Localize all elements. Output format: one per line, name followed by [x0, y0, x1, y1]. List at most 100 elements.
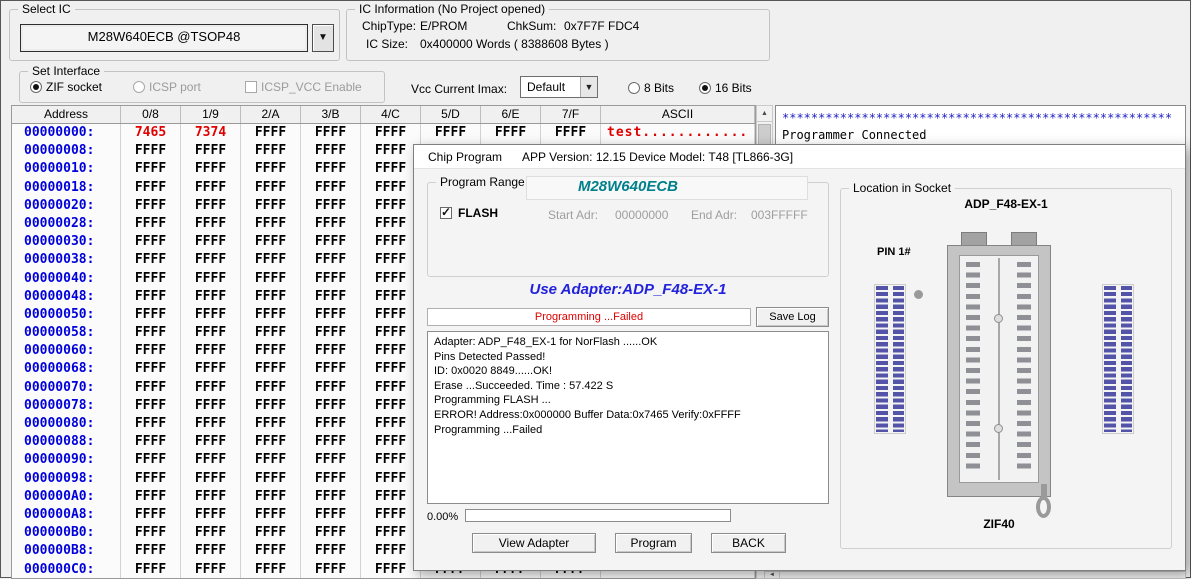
hex-cell[interactable]: FFFF	[241, 324, 301, 342]
hex-cell[interactable]: FFFF	[241, 270, 301, 288]
hex-cell[interactable]: FFFF	[241, 433, 301, 451]
hex-cell[interactable]: FFFF	[181, 433, 241, 451]
hex-ascii[interactable]: test............	[601, 124, 755, 142]
hex-cell[interactable]: FFFF	[301, 433, 361, 451]
hex-cell[interactable]: FFFF	[301, 179, 361, 197]
chevron-down-icon[interactable]: ▼	[580, 77, 597, 97]
hex-cell[interactable]: FFFF	[241, 506, 301, 524]
hex-cell[interactable]: FFFF	[121, 306, 181, 324]
hex-cell[interactable]: FFFF	[181, 524, 241, 542]
hex-cell[interactable]: FFFF	[301, 470, 361, 488]
hex-cell[interactable]: FFFF	[241, 179, 301, 197]
hex-cell[interactable]: FFFF	[121, 379, 181, 397]
hex-cell[interactable]: FFFF	[241, 197, 301, 215]
icsp-port-radio[interactable]	[133, 81, 145, 93]
hex-cell[interactable]: FFFF	[241, 542, 301, 560]
hex-cell[interactable]: FFFF	[241, 233, 301, 251]
hex-cell[interactable]: FFFF	[241, 360, 301, 378]
hex-cell[interactable]: FFFF	[121, 288, 181, 306]
hex-cell[interactable]: FFFF	[121, 342, 181, 360]
save-log-button[interactable]: Save Log	[756, 307, 829, 327]
hex-cell[interactable]: FFFF	[121, 488, 181, 506]
hex-cell[interactable]: FFFF	[181, 342, 241, 360]
hex-cell[interactable]: FFFF	[241, 451, 301, 469]
hex-cell[interactable]: FFFF	[121, 233, 181, 251]
hex-cell[interactable]: 7465	[121, 124, 181, 142]
hex-cell[interactable]: FFFF	[181, 360, 241, 378]
hex-cell[interactable]: FFFF	[301, 215, 361, 233]
hex-cell[interactable]: FFFF	[181, 215, 241, 233]
hex-cell[interactable]: FFFF	[241, 160, 301, 178]
hex-cell[interactable]: FFFF	[241, 488, 301, 506]
hex-cell[interactable]: FFFF	[241, 379, 301, 397]
icsp-vcc-checkbox[interactable]	[245, 81, 257, 93]
hex-cell[interactable]: FFFF	[121, 324, 181, 342]
hex-cell[interactable]: 7374	[181, 124, 241, 142]
hex-cell[interactable]: FFFF	[121, 142, 181, 160]
hex-cell[interactable]: FFFF	[241, 215, 301, 233]
hex-cell[interactable]: FFFF	[181, 397, 241, 415]
hex-cell[interactable]: FFFF	[361, 251, 421, 269]
scroll-up-icon[interactable]: ▲	[757, 106, 772, 122]
hex-cell[interactable]: FFFF	[301, 415, 361, 433]
hex-cell[interactable]: FFFF	[361, 561, 421, 579]
hex-cell[interactable]: FFFF	[181, 251, 241, 269]
hex-cell[interactable]: FFFF	[121, 160, 181, 178]
hex-cell[interactable]: FFFF	[301, 270, 361, 288]
hex-cell[interactable]: FFFF	[121, 251, 181, 269]
hex-cell[interactable]: FFFF	[241, 561, 301, 579]
hex-cell[interactable]: FFFF	[301, 451, 361, 469]
hex-cell[interactable]: FFFF	[181, 270, 241, 288]
hex-cell[interactable]: FFFF	[481, 124, 541, 142]
hex-cell[interactable]: FFFF	[301, 142, 361, 160]
hex-cell[interactable]: FFFF	[301, 379, 361, 397]
hex-cell[interactable]: FFFF	[361, 397, 421, 415]
hex-cell[interactable]: FFFF	[181, 379, 241, 397]
hex-cell[interactable]: FFFF	[301, 288, 361, 306]
view-adapter-button[interactable]: View Adapter	[472, 533, 596, 553]
chevron-down-icon[interactable]: ▼	[312, 24, 334, 52]
hex-cell[interactable]: FFFF	[301, 397, 361, 415]
program-button[interactable]: Program	[615, 533, 692, 553]
hex-cell[interactable]: FFFF	[301, 324, 361, 342]
hex-cell[interactable]: FFFF	[301, 197, 361, 215]
hex-cell[interactable]: FFFF	[301, 306, 361, 324]
flash-checkbox[interactable]	[440, 207, 452, 219]
hex-cell[interactable]: FFFF	[241, 397, 301, 415]
hex-cell[interactable]: FFFF	[181, 415, 241, 433]
hex-cell[interactable]: FFFF	[361, 470, 421, 488]
hex-cell[interactable]: FFFF	[301, 160, 361, 178]
hex-cell[interactable]: FFFF	[361, 179, 421, 197]
ic-combobox[interactable]: M28W640ECB @TSOP48	[20, 24, 308, 52]
hex-cell[interactable]: FFFF	[241, 306, 301, 324]
hex-cell[interactable]: FFFF	[181, 179, 241, 197]
hex-cell[interactable]: FFFF	[181, 197, 241, 215]
hex-cell[interactable]: FFFF	[121, 433, 181, 451]
hex-cell[interactable]: FFFF	[121, 415, 181, 433]
hex-cell[interactable]: FFFF	[121, 179, 181, 197]
hex-cell[interactable]: FFFF	[241, 251, 301, 269]
hex-cell[interactable]: FFFF	[121, 397, 181, 415]
hex-cell[interactable]: FFFF	[301, 506, 361, 524]
program-log[interactable]: Adapter: ADP_F48_EX-1 for NorFlash .....…	[427, 331, 829, 504]
hex-cell[interactable]: FFFF	[361, 215, 421, 233]
hex-cell[interactable]: FFFF	[181, 160, 241, 178]
dialog-titlebar[interactable]: Chip Program APP Version: 12.15 Device M…	[414, 145, 1185, 169]
hex-cell[interactable]: FFFF	[121, 542, 181, 560]
back-button[interactable]: BACK	[711, 533, 786, 553]
hex-cell[interactable]: FFFF	[181, 506, 241, 524]
hex-cell[interactable]: FFFF	[301, 342, 361, 360]
hex-cell[interactable]: FFFF	[181, 542, 241, 560]
bits16-radio[interactable]	[699, 82, 711, 94]
hex-cell[interactable]: FFFF	[301, 124, 361, 142]
hex-cell[interactable]: FFFF	[121, 197, 181, 215]
hex-cell[interactable]: FFFF	[121, 215, 181, 233]
hex-cell[interactable]: FFFF	[361, 288, 421, 306]
hex-cell[interactable]: FFFF	[181, 324, 241, 342]
hex-cell[interactable]: FFFF	[241, 342, 301, 360]
hex-cell[interactable]: FFFF	[361, 124, 421, 142]
hex-cell[interactable]: FFFF	[421, 124, 481, 142]
hex-cell[interactable]: FFFF	[301, 360, 361, 378]
bits8-radio[interactable]	[628, 82, 640, 94]
hex-cell[interactable]: FFFF	[121, 506, 181, 524]
